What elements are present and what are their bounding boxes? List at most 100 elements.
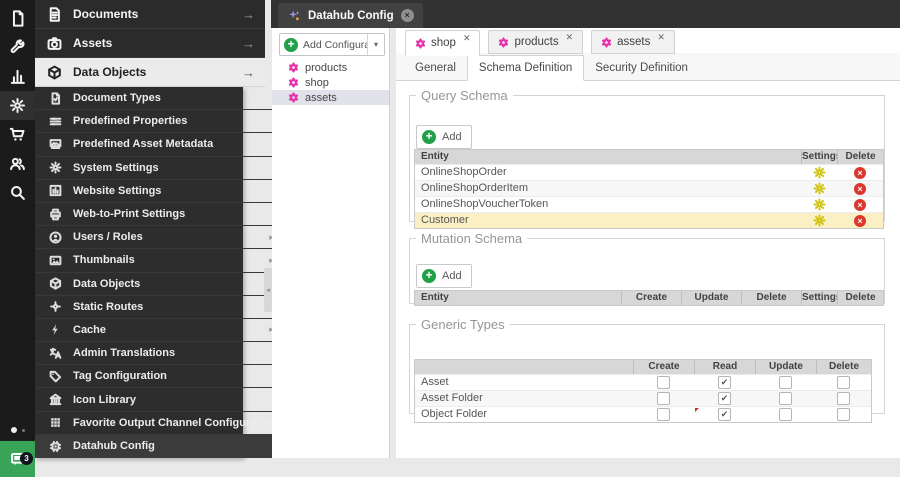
configuration-list: products shop assets xyxy=(272,60,389,105)
chip-icon xyxy=(49,440,62,453)
icon-rail: 3 xyxy=(0,0,35,477)
submenu-item-thumbnails[interactable]: Thumbnails ▸ xyxy=(35,249,283,273)
checkbox-update[interactable] xyxy=(779,392,792,405)
submenu-item-admin-translations[interactable]: Admin Translations xyxy=(35,342,283,366)
panel-collapse-handle[interactable]: ◂ xyxy=(264,268,272,312)
column-header[interactable]: Delete xyxy=(816,360,871,374)
rail-item-gear[interactable] xyxy=(0,91,35,120)
checkbox-update[interactable] xyxy=(779,376,792,389)
submenu-item-predefined-properties[interactable]: Predefined Properties xyxy=(35,110,283,134)
rail-item-wrench[interactable] xyxy=(0,33,35,62)
submenu-item-label: Favorite Output Channel Configurations xyxy=(73,416,283,429)
config-tree-item-assets[interactable]: assets xyxy=(272,90,389,105)
submenu-item-data-objects[interactable]: Data Objects ▸ xyxy=(35,273,283,296)
settings-gear-icon[interactable] xyxy=(813,198,826,211)
checkbox-read[interactable]: ✔ xyxy=(718,392,731,405)
column-header[interactable]: Update xyxy=(681,291,741,305)
window-tab-close-icon[interactable]: × xyxy=(400,9,414,22)
column-header[interactable] xyxy=(415,360,633,374)
window-tab-strip: Datahub Config × xyxy=(271,0,900,28)
menu-item-data-objects[interactable]: Data Objects → xyxy=(35,58,265,87)
cart-icon xyxy=(9,126,26,141)
submenu-item-users-roles[interactable]: Users / Roles ▸ xyxy=(35,226,283,250)
delete-icon[interactable]: × xyxy=(854,182,866,195)
tab-assets[interactable]: assets ✕ xyxy=(591,30,675,54)
submenu-item-icon-library[interactable]: Icon Library xyxy=(35,388,283,412)
checkbox-create[interactable] xyxy=(657,392,670,405)
submenu-item-document-types[interactable]: Document Types xyxy=(35,87,283,111)
delete-icon[interactable]: × xyxy=(854,166,866,179)
config-tree-item-shop[interactable]: shop xyxy=(272,75,389,90)
window-tab-datahub-config[interactable]: Datahub Config × xyxy=(278,3,423,28)
chevron-down-icon[interactable]: ▾ xyxy=(367,34,384,55)
submenu-item-predefined-asset-metadata[interactable]: Predefined Asset Metadata xyxy=(35,133,283,157)
add-configuration-button[interactable]: + Add Configuration ▾ xyxy=(279,33,385,56)
menu-item-assets[interactable]: Assets → xyxy=(35,29,265,58)
column-header[interactable]: Create xyxy=(621,291,681,305)
chat-button[interactable]: 3 xyxy=(0,441,35,477)
query-table-row[interactable]: Customer × xyxy=(415,212,883,228)
mutation-add-button[interactable]: + Add xyxy=(416,264,472,288)
delete-icon[interactable]: × xyxy=(854,198,866,211)
column-header[interactable]: Delete xyxy=(741,291,801,305)
bank-icon xyxy=(49,393,62,406)
rail-item-search[interactable] xyxy=(0,178,35,207)
column-header[interactable]: Settings xyxy=(801,291,837,305)
checkbox-delete[interactable] xyxy=(837,392,850,405)
submenu-item-tag-configuration[interactable]: Tag Configuration xyxy=(35,365,283,389)
submenu-item-website-settings[interactable]: Website Settings xyxy=(35,180,283,203)
rail-item-bar-chart[interactable] xyxy=(0,62,35,91)
tab-close-icon[interactable]: ✕ xyxy=(657,32,665,43)
generic-table-row[interactable]: Object Folder ✔ xyxy=(415,406,871,422)
type-label-cell: Asset xyxy=(421,376,449,388)
submenu-item-datahub-config[interactable]: Datahub Config xyxy=(35,434,283,458)
rail-item-file[interactable] xyxy=(0,4,35,33)
rail-item-users[interactable] xyxy=(0,149,35,178)
config-tree-item-products[interactable]: products xyxy=(272,60,389,75)
settings-gear-icon[interactable] xyxy=(813,214,826,227)
subtab-schema-definition[interactable]: Schema Definition xyxy=(466,55,585,81)
tab-close-icon[interactable]: ✕ xyxy=(463,33,471,44)
subtab-security-definition[interactable]: Security Definition xyxy=(584,57,699,80)
menu-item-documents[interactable]: Documents → xyxy=(35,0,265,29)
checkbox-create[interactable] xyxy=(657,408,670,421)
rail-item-cart[interactable] xyxy=(0,120,35,149)
column-header[interactable]: Create xyxy=(633,360,694,374)
query-table-row[interactable]: OnlineShopOrder × xyxy=(415,164,883,180)
checkbox-update[interactable] xyxy=(779,408,792,421)
tab-products[interactable]: products ✕ xyxy=(488,30,584,54)
column-header[interactable]: Settings xyxy=(801,150,837,164)
column-header[interactable]: Entity xyxy=(415,150,801,164)
submenu-item-cache[interactable]: Cache ▸ xyxy=(35,319,283,343)
column-header[interactable]: Delete xyxy=(837,291,883,305)
subtab-general[interactable]: General xyxy=(404,57,467,80)
tab-shop[interactable]: shop ✕ xyxy=(405,30,481,56)
add-configuration-label: Add Configuration xyxy=(303,38,367,51)
settings-gear-icon[interactable] xyxy=(813,182,826,195)
tab-label: assets xyxy=(617,36,651,48)
column-header[interactable]: Delete xyxy=(837,150,883,164)
checkbox-delete[interactable] xyxy=(837,408,850,421)
tab-close-icon[interactable]: ✕ xyxy=(566,32,574,43)
generic-table-row[interactable]: Asset ✔ xyxy=(415,374,871,390)
settings-gear-icon[interactable] xyxy=(813,166,826,179)
submenu-item-favorite-output-channel-configurations[interactable]: Favorite Output Channel Configurations xyxy=(35,412,283,435)
delete-icon[interactable]: × xyxy=(854,214,866,227)
submenu-item-system-settings[interactable]: System Settings xyxy=(35,157,283,180)
query-add-button[interactable]: + Add xyxy=(416,125,472,149)
checkbox-read[interactable]: ✔ xyxy=(718,408,731,421)
query-table-row[interactable]: OnlineShopOrderItem × xyxy=(415,180,883,196)
generic-table-row[interactable]: Asset Folder ✔ xyxy=(415,390,871,406)
column-header[interactable]: Read xyxy=(694,360,755,374)
submenu-item-static-routes[interactable]: Static Routes xyxy=(35,296,283,319)
submenu-item-web-to-print-settings[interactable]: Web-to-Print Settings xyxy=(35,203,283,227)
more-dots-icon[interactable] xyxy=(0,427,35,433)
gear-icon xyxy=(813,214,826,227)
checkbox-read[interactable]: ✔ xyxy=(718,376,731,389)
query-table-row[interactable]: OnlineShopVoucherToken × xyxy=(415,196,883,212)
sparkle-icon xyxy=(287,9,301,23)
column-header[interactable]: Update xyxy=(755,360,816,374)
column-header[interactable]: Entity xyxy=(415,291,621,305)
checkbox-delete[interactable] xyxy=(837,376,850,389)
checkbox-create[interactable] xyxy=(657,376,670,389)
